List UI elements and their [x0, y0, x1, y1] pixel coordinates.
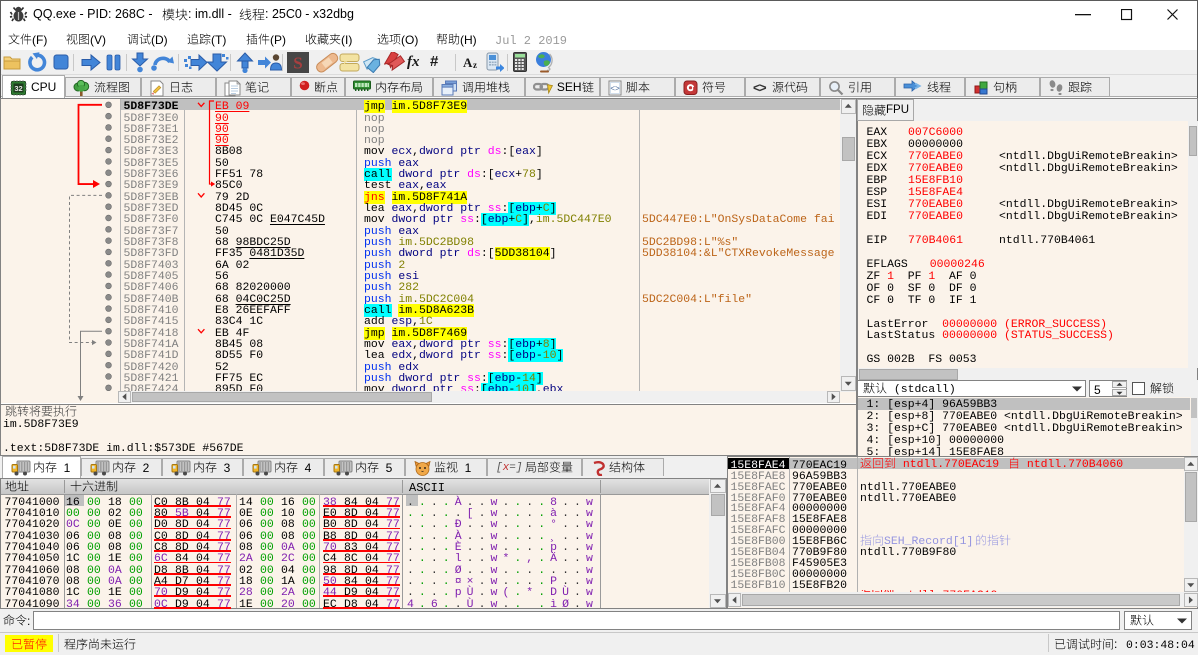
svg-text:<>: <>: [610, 85, 620, 94]
svg-text:32: 32: [14, 84, 22, 93]
svg-text:S: S: [293, 54, 302, 73]
